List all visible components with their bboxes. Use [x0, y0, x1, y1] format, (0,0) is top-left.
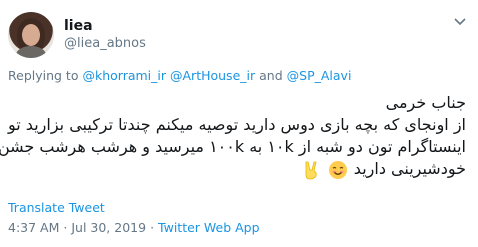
user-handle[interactable]: @liea_abnos	[64, 35, 146, 53]
tweet-date[interactable]: Jul 30, 2019	[71, 220, 146, 235]
tweet-header: liea @liea_abnos	[8, 10, 146, 60]
mention-link[interactable]: @khorrami_ir	[82, 68, 166, 83]
tweet-text-line: اینستاگرام تون دو شبه از ۱۰k به ۱۰۰k میر…	[0, 137, 466, 156]
tweet-text-line: جناب خرمی	[385, 93, 466, 112]
avatar[interactable]	[8, 12, 54, 58]
mention-link[interactable]: @ArtHouse_ir	[170, 68, 255, 83]
tweet-text-line-4: خودشیرینی دارید	[0, 158, 466, 180]
meta-separator: ·	[150, 220, 155, 235]
tweet-text-line: خودشیرینی دارید	[353, 159, 466, 178]
victory-hand-icon	[301, 160, 321, 180]
smiling-face-icon	[328, 160, 348, 180]
tweet-text: جناب خرمی از اونجای که بچه بازی دوس داری…	[0, 92, 466, 180]
meta-separator: ·	[63, 220, 68, 235]
tweet-text-line: از اونجای که بچه بازی دوس دارید توصیه می…	[8, 115, 466, 134]
mention-link[interactable]: @SP_Alavi	[287, 68, 352, 83]
user-names: liea @liea_abnos	[64, 17, 146, 53]
replying-to: Replying to @khorrami_ir @ArtHouse_ir an…	[8, 68, 351, 83]
translate-tweet-link[interactable]: Translate Tweet	[8, 200, 105, 215]
tweet-time[interactable]: 4:37 AM	[8, 220, 59, 235]
tweet-card: liea @liea_abnos Replying to @khorrami_i…	[0, 0, 478, 247]
replying-to-conjunction: and	[259, 68, 283, 83]
tweet-source[interactable]: Twitter Web App	[158, 220, 260, 235]
chevron-down-icon[interactable]	[452, 14, 468, 30]
tweet-meta: 4:37 AM · Jul 30, 2019 · Twitter Web App	[8, 220, 260, 235]
display-name[interactable]: liea	[64, 17, 146, 35]
replying-to-label: Replying to	[8, 68, 79, 83]
